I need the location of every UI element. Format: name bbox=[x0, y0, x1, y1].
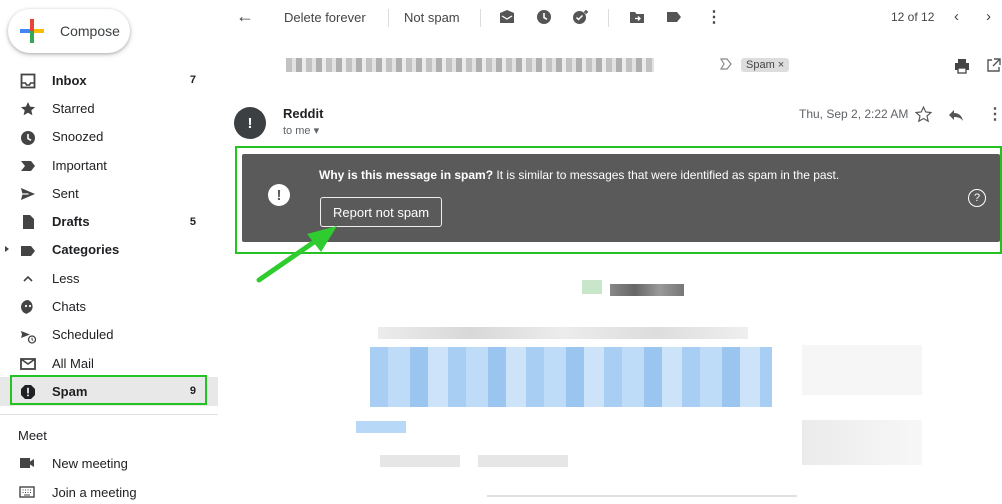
sidebar-item-count: 7 bbox=[189, 74, 196, 87]
sidebar-item-label: Inbox bbox=[52, 72, 87, 88]
sidebar-nav: Inbox 7 Starred Snoozed Important Sent D… bbox=[0, 66, 218, 406]
sidebar-item-scheduled[interactable]: Scheduled bbox=[0, 321, 218, 349]
print-icon[interactable] bbox=[954, 58, 970, 79]
annotation-arrow bbox=[256, 226, 337, 283]
sidebar-item-label: Starred bbox=[52, 100, 95, 116]
toolbar-divider bbox=[480, 9, 481, 27]
message-date: Thu, Sep 2, 2:22 AM bbox=[799, 107, 909, 121]
spam-label-chip[interactable]: Spam × bbox=[741, 58, 790, 72]
sidebar-item-chats[interactable]: Chats bbox=[0, 292, 218, 320]
blurred-subject bbox=[286, 58, 654, 72]
sidebar-item-starred[interactable]: Starred bbox=[0, 94, 218, 122]
blurred-side-block bbox=[802, 345, 922, 395]
mark-unread-icon[interactable] bbox=[499, 9, 515, 28]
sender-avatar[interactable]: ! bbox=[234, 107, 266, 139]
meet-section-title: Meet bbox=[18, 428, 47, 443]
sidebar-item-categories[interactable]: Categories bbox=[0, 236, 218, 264]
compose-button[interactable]: Compose bbox=[8, 9, 130, 53]
sidebar-item-sent[interactable]: Sent bbox=[0, 179, 218, 207]
blurred-text-line bbox=[478, 455, 568, 467]
meet-item-new-meeting[interactable]: New meeting bbox=[0, 451, 218, 475]
open-in-new-window-icon[interactable] bbox=[986, 58, 1001, 78]
scheduled-send-icon bbox=[20, 328, 36, 344]
sidebar-item-inbox[interactable]: Inbox 7 bbox=[0, 66, 218, 94]
blurred-text-line bbox=[378, 327, 748, 339]
video-icon bbox=[19, 456, 35, 470]
blurred-link-block bbox=[370, 347, 772, 407]
sidebar-item-all-mail[interactable]: All Mail bbox=[0, 349, 218, 377]
spam-highlight-box bbox=[10, 375, 207, 405]
banner-highlight-box bbox=[235, 146, 1002, 254]
sidebar-item-label: Categories bbox=[52, 242, 120, 258]
sender-row: ! Reddit to me ▾ Thu, Sep 2, 2:22 AM ⋮ bbox=[218, 103, 1002, 143]
sidebar-item-label: All Mail bbox=[52, 355, 94, 371]
sidebar-item-snoozed[interactable]: Snoozed bbox=[0, 123, 218, 151]
snooze-icon[interactable] bbox=[536, 9, 552, 28]
sidebar-item-drafts[interactable]: Drafts 5 bbox=[0, 207, 218, 235]
star-icon bbox=[20, 101, 36, 117]
divider bbox=[0, 414, 218, 415]
back-arrow-icon[interactable]: ← bbox=[236, 6, 254, 27]
delete-forever-button[interactable]: Delete forever bbox=[284, 10, 366, 25]
chevron-up-icon bbox=[20, 271, 36, 287]
sidebar-item-label: Important bbox=[52, 157, 107, 173]
keyboard-icon bbox=[19, 485, 35, 499]
more-options-icon[interactable]: ⋮ bbox=[706, 7, 722, 27]
add-to-tasks-icon[interactable] bbox=[572, 9, 589, 29]
sidebar-item-label: Drafts bbox=[52, 214, 90, 230]
expand-arrow-icon[interactable] bbox=[5, 245, 9, 252]
more-actions-icon[interactable]: ⋮ bbox=[987, 104, 1002, 124]
sidebar-item-label: Less bbox=[52, 270, 80, 286]
compose-plus-icon bbox=[20, 19, 44, 43]
older-chevron-icon[interactable]: ‹ bbox=[954, 8, 959, 25]
reply-icon[interactable] bbox=[948, 107, 964, 128]
blurred-logo bbox=[582, 280, 602, 294]
sender-name[interactable]: Reddit bbox=[283, 106, 323, 121]
important-marker-icon[interactable] bbox=[719, 57, 732, 76]
move-to-icon[interactable] bbox=[629, 9, 645, 28]
blurred-text-line bbox=[380, 455, 460, 467]
inbox-icon bbox=[20, 73, 36, 89]
meet-item-label: Join a meeting bbox=[52, 484, 137, 500]
sidebar-item-label: Snoozed bbox=[52, 129, 104, 145]
toolbar-divider bbox=[608, 9, 609, 27]
all-mail-icon bbox=[20, 356, 36, 372]
subject-row: Spam × bbox=[218, 52, 1002, 82]
sidebar-item-less[interactable]: Less bbox=[0, 264, 218, 292]
sidebar: Compose Inbox 7 Starred Snoozed Importan… bbox=[0, 0, 218, 504]
sidebar-item-label: Chats bbox=[52, 299, 86, 315]
send-icon bbox=[20, 186, 36, 202]
important-icon bbox=[20, 158, 36, 174]
toolbar-divider bbox=[388, 9, 389, 27]
label-icon[interactable] bbox=[666, 9, 682, 28]
sidebar-item-count: 5 bbox=[189, 215, 196, 228]
sidebar-item-label: Scheduled bbox=[52, 327, 114, 343]
message-toolbar: ← Delete forever Not spam ⋮ 12 of 12 ‹ › bbox=[218, 0, 1002, 34]
clock-icon bbox=[20, 130, 36, 146]
meet-item-join-meeting[interactable]: Join a meeting bbox=[0, 480, 218, 504]
draft-icon bbox=[20, 214, 36, 230]
newer-chevron-icon[interactable]: › bbox=[986, 8, 991, 25]
chat-icon bbox=[20, 299, 36, 315]
pager-text: 12 of 12 bbox=[891, 10, 935, 24]
star-icon[interactable] bbox=[914, 105, 933, 128]
compose-label: Compose bbox=[60, 23, 120, 39]
meet-item-label: New meeting bbox=[52, 455, 128, 471]
blurred-logo-text bbox=[610, 284, 684, 296]
sidebar-item-important[interactable]: Important bbox=[0, 151, 218, 179]
blurred-link-fragment bbox=[356, 421, 406, 433]
not-spam-button[interactable]: Not spam bbox=[404, 10, 460, 25]
recipient-details[interactable]: to me ▾ bbox=[283, 124, 319, 137]
label-icon bbox=[20, 243, 36, 259]
blurred-side-block bbox=[802, 420, 922, 465]
blurred-divider bbox=[487, 495, 797, 497]
sidebar-item-label: Sent bbox=[52, 185, 79, 201]
